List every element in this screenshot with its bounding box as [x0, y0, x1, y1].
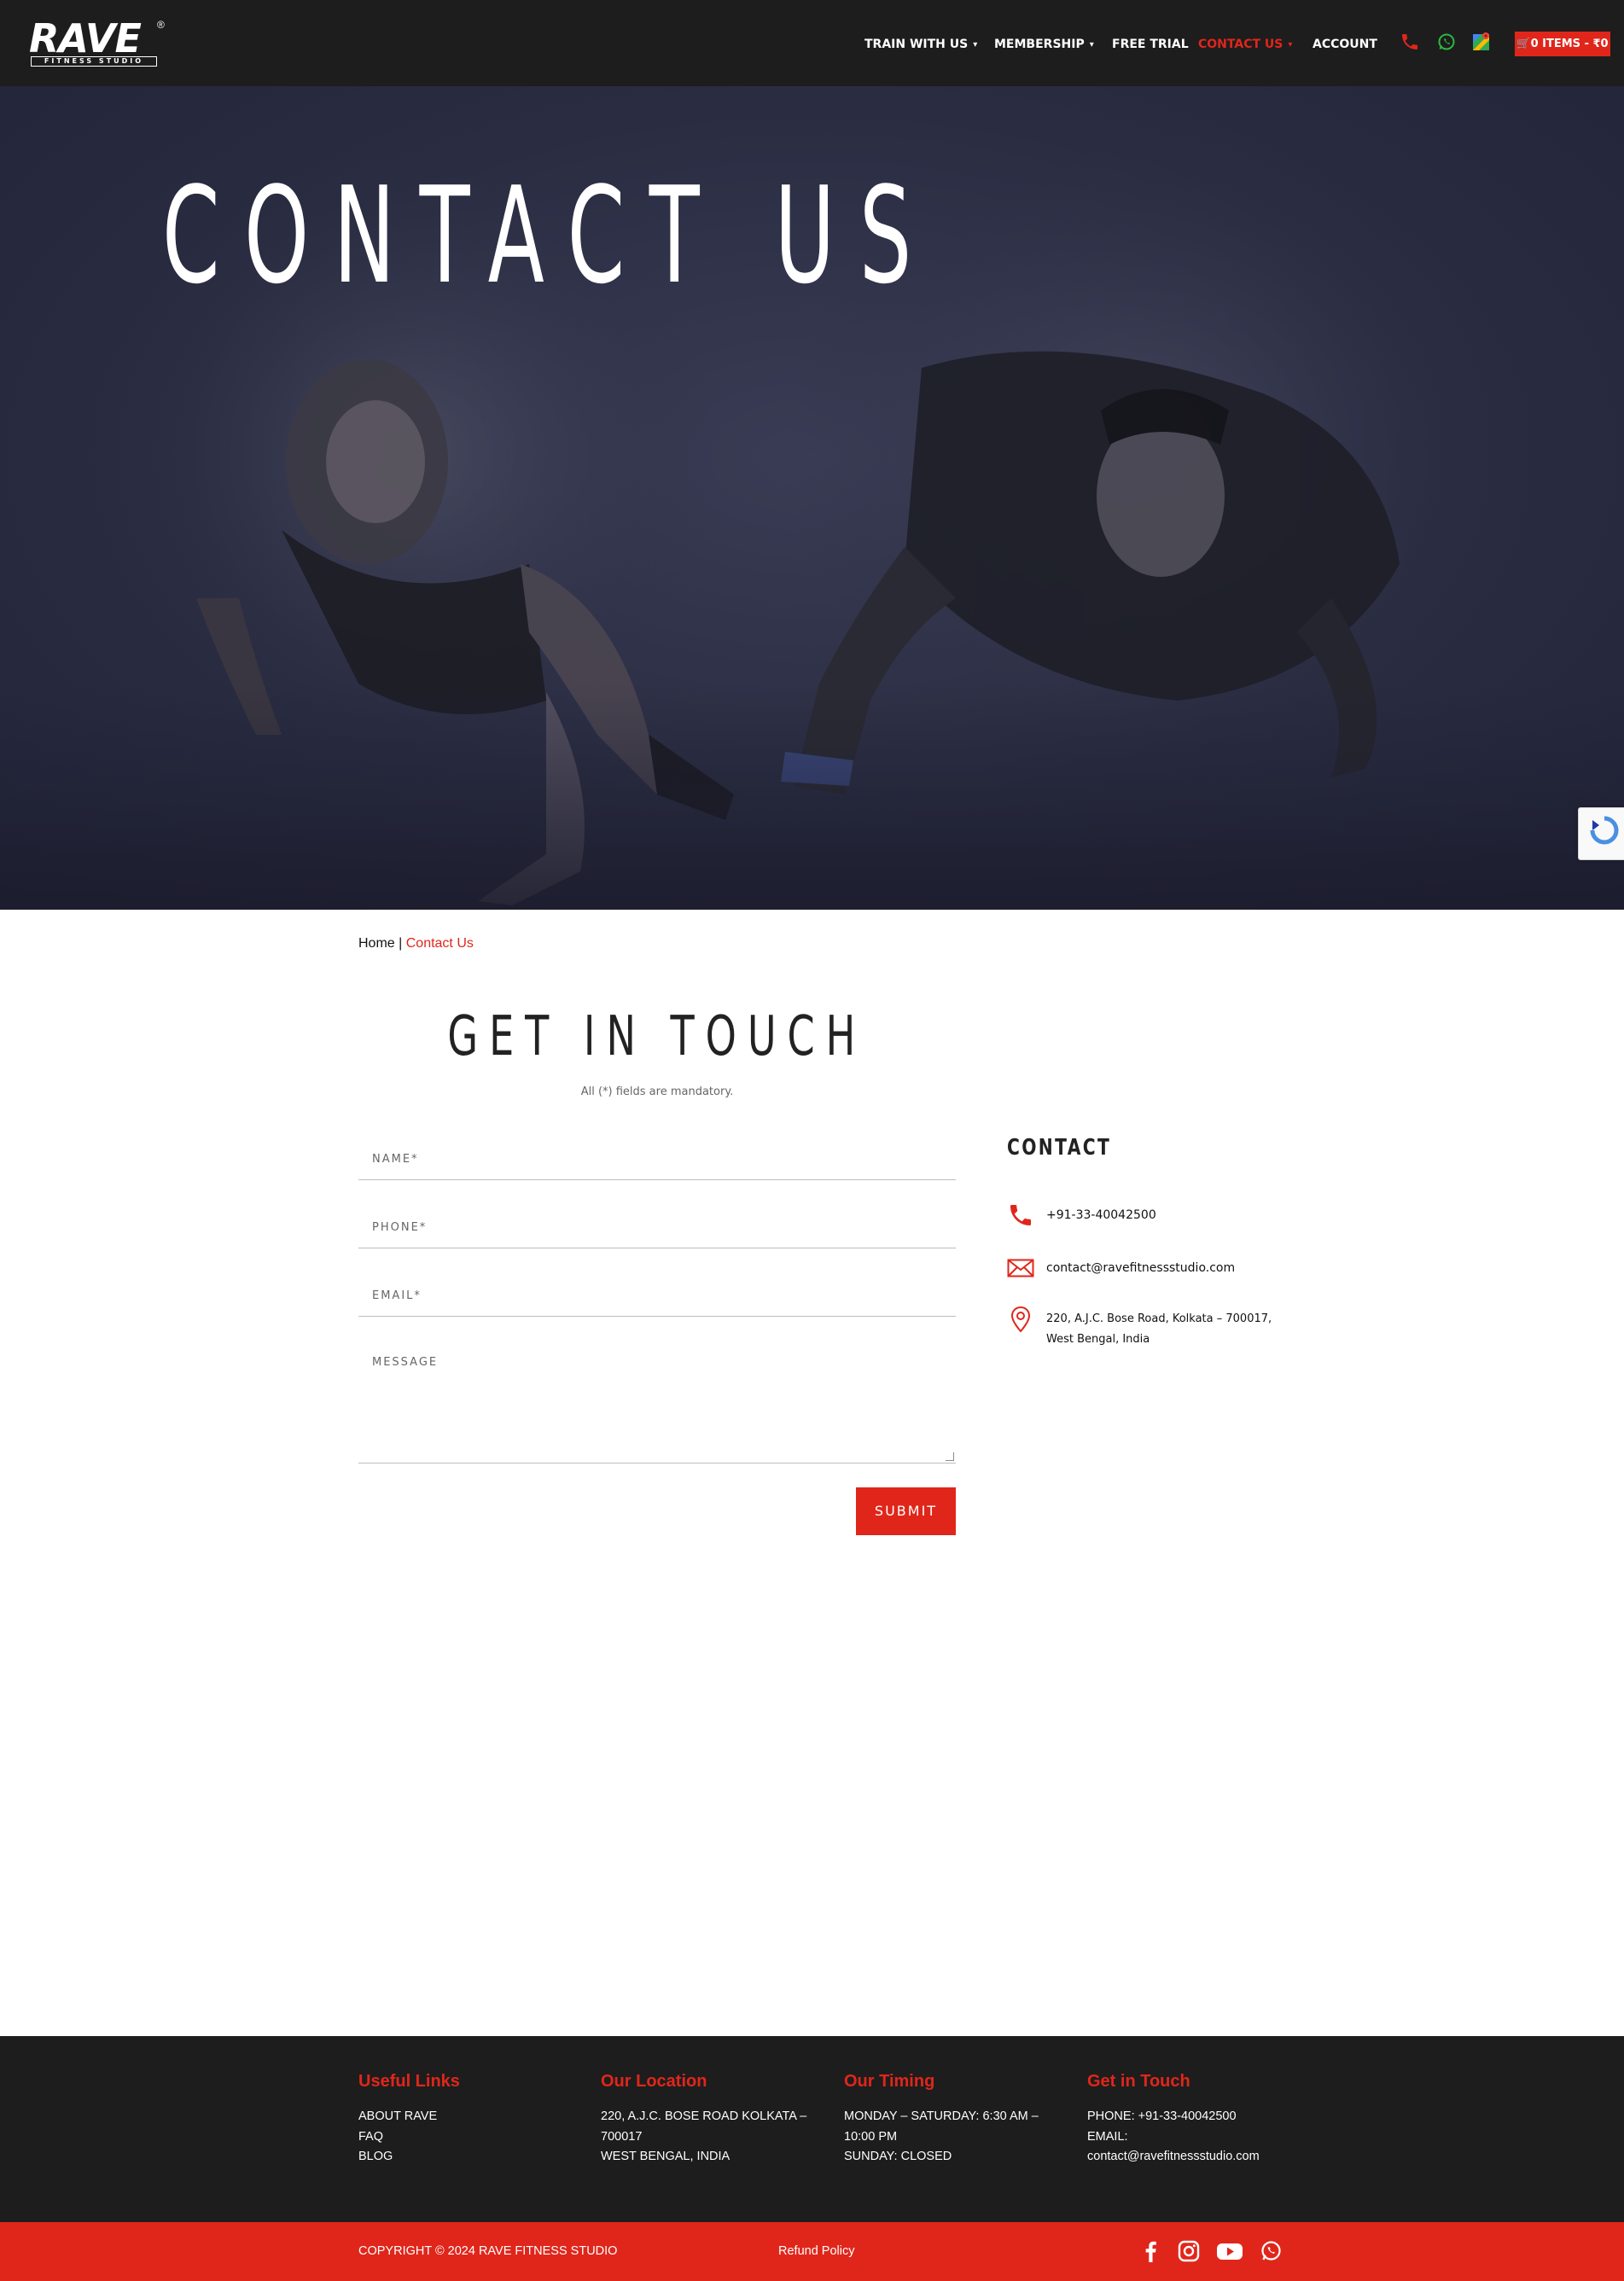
cart-label: 0 ITEMS - ₹0	[1530, 38, 1609, 50]
chevron-down-icon: ▾	[973, 40, 978, 49]
footer-get-in-touch: Get in Touch PHONE: +91-33-40042500 EMAI…	[1087, 2072, 1318, 2168]
message-field	[358, 1344, 956, 1463]
footer-location-title: Our Location	[601, 2072, 707, 2091]
message-textarea[interactable]	[358, 1344, 956, 1463]
contact-address: 220, A.J.C. Bose Road, Kolkata – 700017,…	[1046, 1312, 1272, 1346]
nav-label: ACCOUNT	[1313, 38, 1377, 51]
get-in-touch-title-text: GET IN TOUCH	[447, 1005, 867, 1068]
name-field	[358, 1139, 956, 1180]
chevron-down-icon: ▾	[1089, 40, 1094, 49]
instagram-icon[interactable]	[1177, 2239, 1201, 2263]
nav-membership[interactable]: MEMBERSHIP ▾	[994, 37, 1094, 53]
footer-email-label: EMAIL:	[1087, 2129, 1128, 2144]
get-in-touch-title: GET IN TOUCH	[358, 1003, 956, 1071]
email-input[interactable]	[358, 1276, 956, 1316]
email-field	[358, 1276, 956, 1317]
footer-link-blog[interactable]: BLOG	[358, 2147, 589, 2168]
footer-bottom-bar: COPYRIGHT © 2024 RAVE FITNESS STUDIO Ref…	[0, 2222, 1624, 2281]
cart-icon: 🛒	[1516, 38, 1531, 50]
whatsapp-icon[interactable]	[1436, 32, 1457, 52]
envelope-icon	[1007, 1254, 1034, 1282]
nav-contact-us[interactable]: CONTACT US ▾	[1198, 37, 1292, 53]
site-header: RAVE FITNESS STUDIO ® TRAIN WITH US ▾ MEM…	[0, 0, 1624, 86]
facebook-icon[interactable]	[1139, 2239, 1163, 2263]
name-input[interactable]	[358, 1139, 956, 1179]
breadcrumb-current: Contact Us	[405, 936, 474, 951]
contact-email: contact@ravefitnessstudio.com	[1046, 1261, 1236, 1275]
phone-field	[358, 1207, 956, 1248]
footer-link-faq[interactable]: FAQ	[358, 2127, 589, 2148]
nav-account[interactable]: ACCOUNT	[1313, 37, 1377, 52]
nav-label: MEMBERSHIP	[994, 38, 1085, 51]
submit-button[interactable]: SUBMIT	[856, 1487, 956, 1535]
contact-heading: CONTACT	[1007, 1135, 1112, 1161]
footer-location-line: 220, A.J.C. BOSE ROAD KOLKATA –	[601, 2109, 807, 2123]
footer-get-in-touch-title: Get in Touch	[1087, 2072, 1190, 2091]
chevron-down-icon: ▾	[1288, 40, 1293, 49]
resize-handle-icon[interactable]	[946, 1452, 954, 1461]
footer-useful-links: Useful Links ABOUT RAVE FAQ BLOG	[358, 2072, 589, 2168]
hero-banner: CONTACT US	[0, 86, 1624, 910]
refund-policy-link[interactable]: Refund Policy	[778, 2244, 854, 2258]
contact-email-row[interactable]: contact@ravefitnessstudio.com	[1007, 1254, 1280, 1283]
nav-train-with-us[interactable]: TRAIN WITH US ▾	[864, 37, 977, 53]
nav-label: FREE TRIAL	[1112, 38, 1189, 51]
nav-label: TRAIN WITH US	[864, 38, 969, 51]
nav-free-trial[interactable]: FREE TRIAL	[1112, 37, 1189, 52]
contact-address-row: 220, A.J.C. Bose Road, Kolkata – 700017,…	[1007, 1306, 1280, 1357]
breadcrumb-separator: |	[394, 936, 406, 951]
contact-phone-row[interactable]: +91-33-40042500	[1007, 1202, 1280, 1231]
breadcrumb: Home | Contact Us	[358, 936, 474, 951]
footer-location-line: 700017	[601, 2129, 643, 2144]
footer-timing-line: MONDAY – SATURDAY: 6:30 AM –	[844, 2109, 1039, 2123]
youtube-icon[interactable]	[1216, 2239, 1243, 2263]
footer-email[interactable]: contact@ravefitnessstudio.com	[1087, 2147, 1318, 2168]
footer-link-about[interactable]: ABOUT RAVE	[358, 2107, 589, 2127]
footer-timing-line: 10:00 PM	[844, 2129, 898, 2144]
footer-timing-title: Our Timing	[844, 2072, 935, 2091]
recaptcha-icon	[1590, 816, 1619, 845]
nav-label: CONTACT US	[1198, 38, 1283, 51]
mandatory-note: All (*) fields are mandatory.	[580, 1085, 734, 1098]
footer-location-line: WEST BENGAL, INDIA	[601, 2150, 731, 2163]
copyright-text: COPYRIGHT © 2024 RAVE FITNESS STUDIO	[358, 2244, 618, 2258]
footer-timing: Our Timing MONDAY – SATURDAY: 6:30 AM – …	[844, 2072, 1074, 2168]
footer-useful-links-title: Useful Links	[358, 2072, 460, 2091]
footer-phone[interactable]: PHONE: +91-33-40042500	[1087, 2107, 1318, 2127]
rave-logo[interactable]: RAVE FITNESS STUDIO ®	[29, 19, 166, 67]
recaptcha-badge[interactable]	[1578, 807, 1624, 860]
cart-button[interactable]: 🛒0 ITEMS - ₹0	[1515, 32, 1610, 56]
phone-icon[interactable]	[1400, 32, 1420, 52]
phone-icon	[1007, 1202, 1034, 1229]
logo-wordmark: RAVE	[29, 15, 142, 61]
breadcrumb-home[interactable]: Home	[358, 936, 395, 951]
footer-location: Our Location 220, A.J.C. BOSE ROAD KOLKA…	[601, 2072, 831, 2168]
map-pin-icon	[1007, 1306, 1034, 1333]
contact-phone: +91-33-40042500	[1046, 1208, 1156, 1222]
site-footer: Useful Links ABOUT RAVE FAQ BLOG Our Loc…	[0, 2036, 1624, 2222]
whatsapp-icon[interactable]	[1259, 2239, 1283, 2263]
footer-timing-line: SUNDAY: CLOSED	[844, 2150, 952, 2163]
hero-title: CONTACT US	[162, 158, 936, 313]
logo-registered-mark: ®	[157, 19, 165, 31]
logo-subtitle: FITNESS STUDIO	[31, 56, 157, 67]
phone-input[interactable]	[358, 1207, 956, 1248]
map-icon[interactable]	[1471, 32, 1492, 52]
